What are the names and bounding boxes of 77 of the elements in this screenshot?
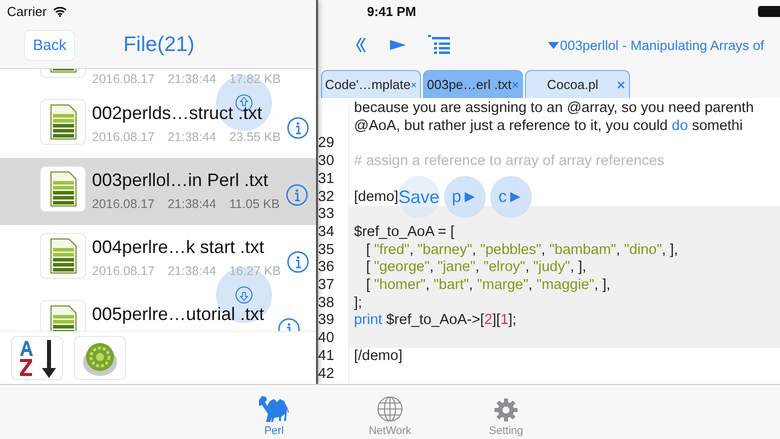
file-tab[interactable]: Cocoa.pl xyxy=(525,70,630,98)
file-name: 005perlre…utorial .txt xyxy=(92,304,266,325)
code-line: [ "george", "jane", "elroy", "judy", ], xyxy=(365,259,586,276)
file-time: 21:38:44 xyxy=(168,72,216,86)
line-number: 30 xyxy=(318,153,334,170)
info-icon[interactable] xyxy=(286,117,309,139)
line-number: 35 xyxy=(318,242,334,258)
code-line: [ "homer", "bart", "marge", "maggie", ], xyxy=(365,277,610,294)
line-number: 34 xyxy=(318,224,334,240)
document-icon xyxy=(40,233,86,279)
action-button[interactable]: Save xyxy=(398,176,440,218)
wifi-icon xyxy=(52,6,67,16)
code-line: ]; xyxy=(354,294,362,311)
tab-bar-item[interactable]: Setting xyxy=(476,385,536,439)
action-button[interactable]: c► xyxy=(490,176,532,218)
status-time: 9:41 PM xyxy=(367,4,416,18)
file-date: 2016.08.17 xyxy=(92,264,155,278)
line-number: 39 xyxy=(318,312,334,328)
close-icon[interactable] xyxy=(512,80,518,88)
file-tab[interactable]: Code'…mplate xyxy=(321,70,421,98)
tab-bar-item[interactable]: Perl xyxy=(244,385,304,439)
line-number: 31 xyxy=(318,170,334,187)
file-name: 004perlre…k start .txt xyxy=(92,237,266,258)
file-name: 002perlds…struct .txt xyxy=(92,103,264,124)
line-number: 37 xyxy=(318,277,334,294)
back-button[interactable]: Back xyxy=(24,30,76,60)
document-title[interactable]: 003perllol - Manipulating Arrays of xyxy=(560,38,764,52)
caret-icon[interactable] xyxy=(548,42,559,48)
line-number: 42 xyxy=(318,366,334,382)
close-icon[interactable] xyxy=(410,80,416,88)
code-line: # assign a reference to array of array references xyxy=(354,153,664,170)
file-date: 2016.08.17 xyxy=(92,72,155,86)
line-number: 36 xyxy=(318,259,334,276)
play-icon[interactable] xyxy=(390,39,406,51)
line-number: 38 xyxy=(318,294,334,311)
line-number: 33 xyxy=(318,206,334,222)
info-icon[interactable] xyxy=(286,184,308,206)
double-chevron-icon[interactable] xyxy=(354,36,368,54)
file-time: 21:38:44 xyxy=(168,197,216,211)
gear-button-icon[interactable] xyxy=(74,336,126,380)
panel-title: File(21) xyxy=(123,33,195,57)
tab-bar-item[interactable]: NetWork xyxy=(360,385,420,439)
code-line: print $ref_to_AoA->[2][1]; xyxy=(354,312,516,328)
code-line: $ref_to_AoA = [ xyxy=(354,224,454,240)
file-size: 17.82 KB xyxy=(229,72,281,86)
line-number: 41 xyxy=(318,348,334,364)
file-size: 11.05 KB xyxy=(229,197,280,211)
document-icon xyxy=(40,99,86,145)
file-tab[interactable]: 003pe…erl .txt xyxy=(423,70,523,98)
file-row[interactable]: 003perllol…in Perl .txt 2016.08.17 21:38:44 11.05 KB xyxy=(0,158,316,225)
file-size: 23.55 KB xyxy=(229,130,281,144)
globe-icon xyxy=(377,396,403,422)
list-icon[interactable] xyxy=(428,35,450,55)
file-date: 2016.08.17 xyxy=(92,197,155,211)
file-date: 2016.08.17 xyxy=(92,130,155,144)
close-icon[interactable] xyxy=(617,80,625,88)
code-line: @AoA, but rather just a reference to it, you could do somethi xyxy=(354,118,743,134)
file-name: 003perllol…in Perl .txt xyxy=(92,170,270,191)
carrier-label: Carrier xyxy=(7,4,47,18)
code-line: because you are assigning to an @array, so you need parenth xyxy=(354,100,754,116)
file-time: 21:38:44 xyxy=(168,130,216,144)
file-time: 21:38:44 xyxy=(168,264,216,278)
battery-icon xyxy=(758,6,780,16)
action-button[interactable]: p► xyxy=(444,176,486,218)
code-line: [ "fred", "barney", "pebbles", "bambam", "dino", ], xyxy=(365,242,678,258)
line-number: 40 xyxy=(318,330,334,346)
info-icon[interactable] xyxy=(286,251,309,273)
file-row[interactable]: 2016.08.17 21:38:44 17.82 KB xyxy=(0,69,316,91)
file-size: 16.27 KB xyxy=(229,264,281,278)
camel-icon xyxy=(257,394,291,422)
line-number: 29 xyxy=(318,135,334,152)
line-number: 32 xyxy=(318,188,334,205)
sort-icon[interactable] xyxy=(11,336,63,380)
code-line: [/demo] xyxy=(354,348,402,364)
settings-icon xyxy=(494,398,518,422)
code-line: [demo] xyxy=(354,188,398,205)
document-icon xyxy=(40,166,86,212)
